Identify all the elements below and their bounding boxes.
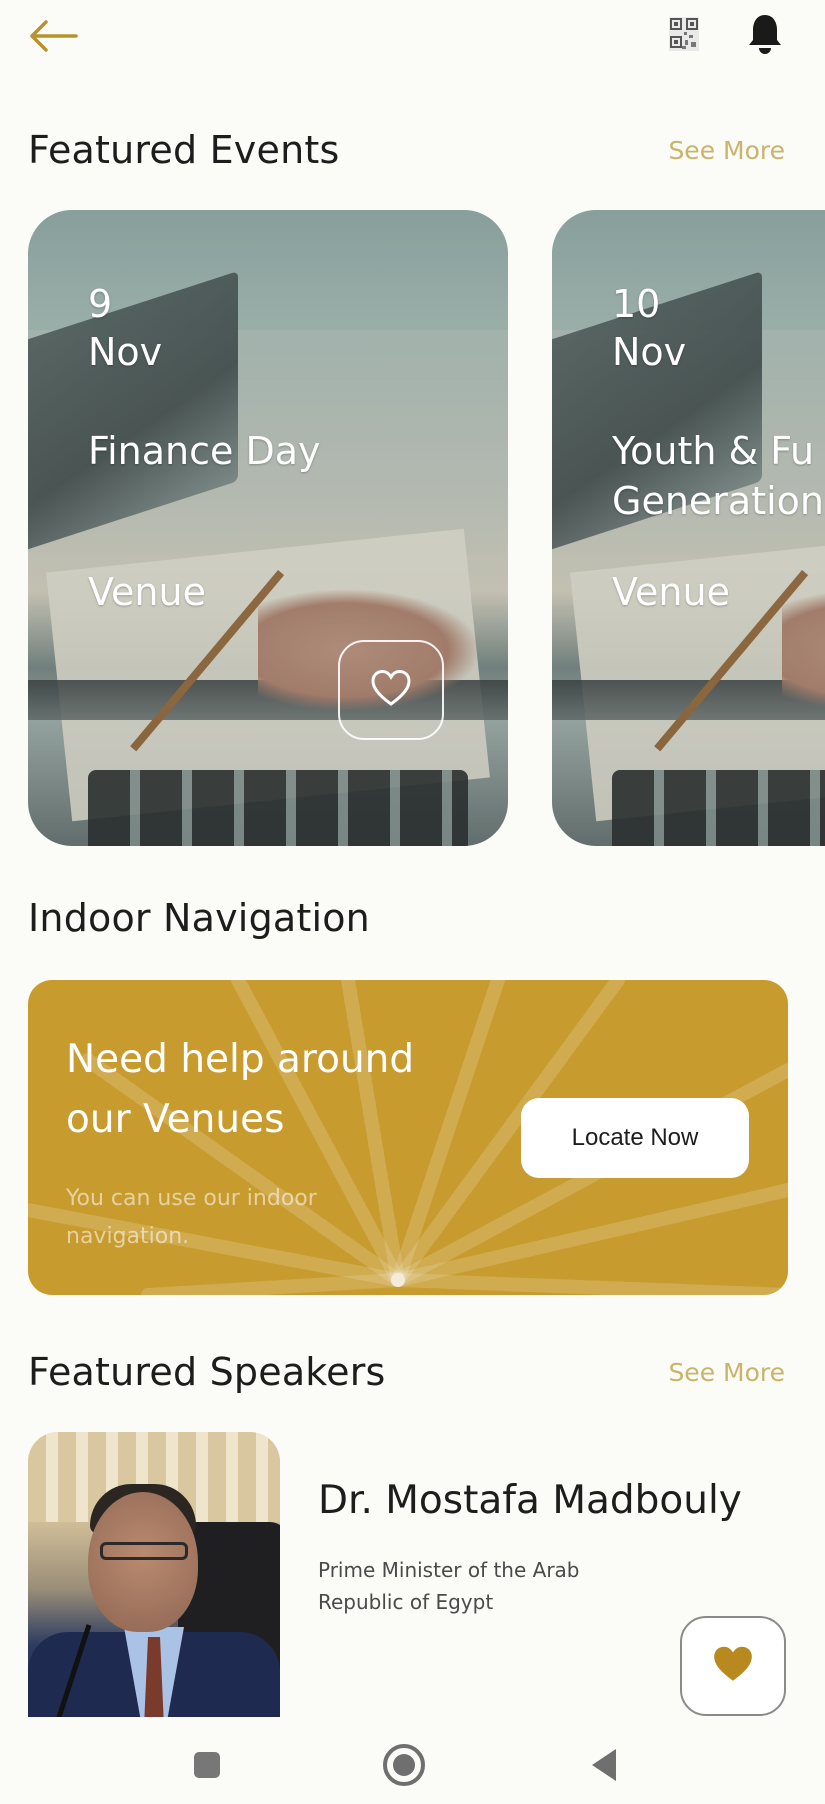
event-name: Finance Day [88, 429, 321, 473]
circle-home-icon [381, 1742, 427, 1792]
system-back-button[interactable] [574, 1742, 634, 1792]
locate-now-button[interactable]: Locate Now [521, 1098, 749, 1178]
indoor-navigation-headline: Need help around our Venues [66, 1037, 415, 1142]
event-card[interactable]: 9 Nov Finance Day Venue [28, 210, 508, 846]
event-month: Nov [88, 330, 163, 374]
event-name: Youth & Fu Generation [612, 429, 824, 523]
event-venue: Venue [88, 570, 206, 614]
event-day: 10 [612, 282, 661, 326]
speaker-name[interactable]: Dr. Mostafa Madbouly [318, 1478, 742, 1523]
top-bar [0, 0, 825, 80]
back-button[interactable] [24, 10, 88, 66]
square-icon [191, 1749, 223, 1785]
event-day: 9 [88, 282, 113, 326]
event-venue: Venue [612, 570, 730, 614]
events-carousel[interactable]: 9 Nov Finance Day Venue 10 Nov Youth & F… [0, 210, 825, 850]
system-navigation-bar [0, 1728, 825, 1804]
bell-icon [745, 12, 785, 60]
heart-outline-icon [369, 668, 413, 712]
recents-button[interactable] [177, 1742, 237, 1792]
featured-speakers-see-more-link[interactable]: See More [668, 1358, 785, 1387]
featured-events-see-more-link[interactable]: See More [668, 136, 785, 165]
event-month: Nov [612, 330, 687, 374]
home-button[interactable] [374, 1742, 434, 1792]
indoor-navigation-subtitle: You can use our indoor navigation. [66, 1186, 317, 1249]
indoor-navigation-title: Indoor Navigation [28, 896, 370, 940]
speaker-favorite-button[interactable] [680, 1616, 786, 1716]
triangle-back-icon [588, 1746, 620, 1788]
speaker-role: Prime Minister of the Arab Republic of E… [318, 1558, 580, 1614]
featured-events-title: Featured Events [28, 128, 340, 172]
heart-filled-icon [710, 1643, 756, 1689]
qr-code-button[interactable] [664, 14, 704, 58]
speaker-photo[interactable] [28, 1432, 280, 1717]
indoor-navigation-card: Need help around our Venues You can use … [28, 980, 788, 1295]
arrow-left-icon [24, 16, 80, 60]
notifications-button[interactable] [738, 8, 792, 64]
qr-code-icon [668, 16, 700, 56]
featured-speakers-title: Featured Speakers [28, 1350, 386, 1394]
event-favorite-button[interactable] [338, 640, 444, 740]
event-card[interactable]: 10 Nov Youth & Fu Generation Venue [552, 210, 825, 846]
